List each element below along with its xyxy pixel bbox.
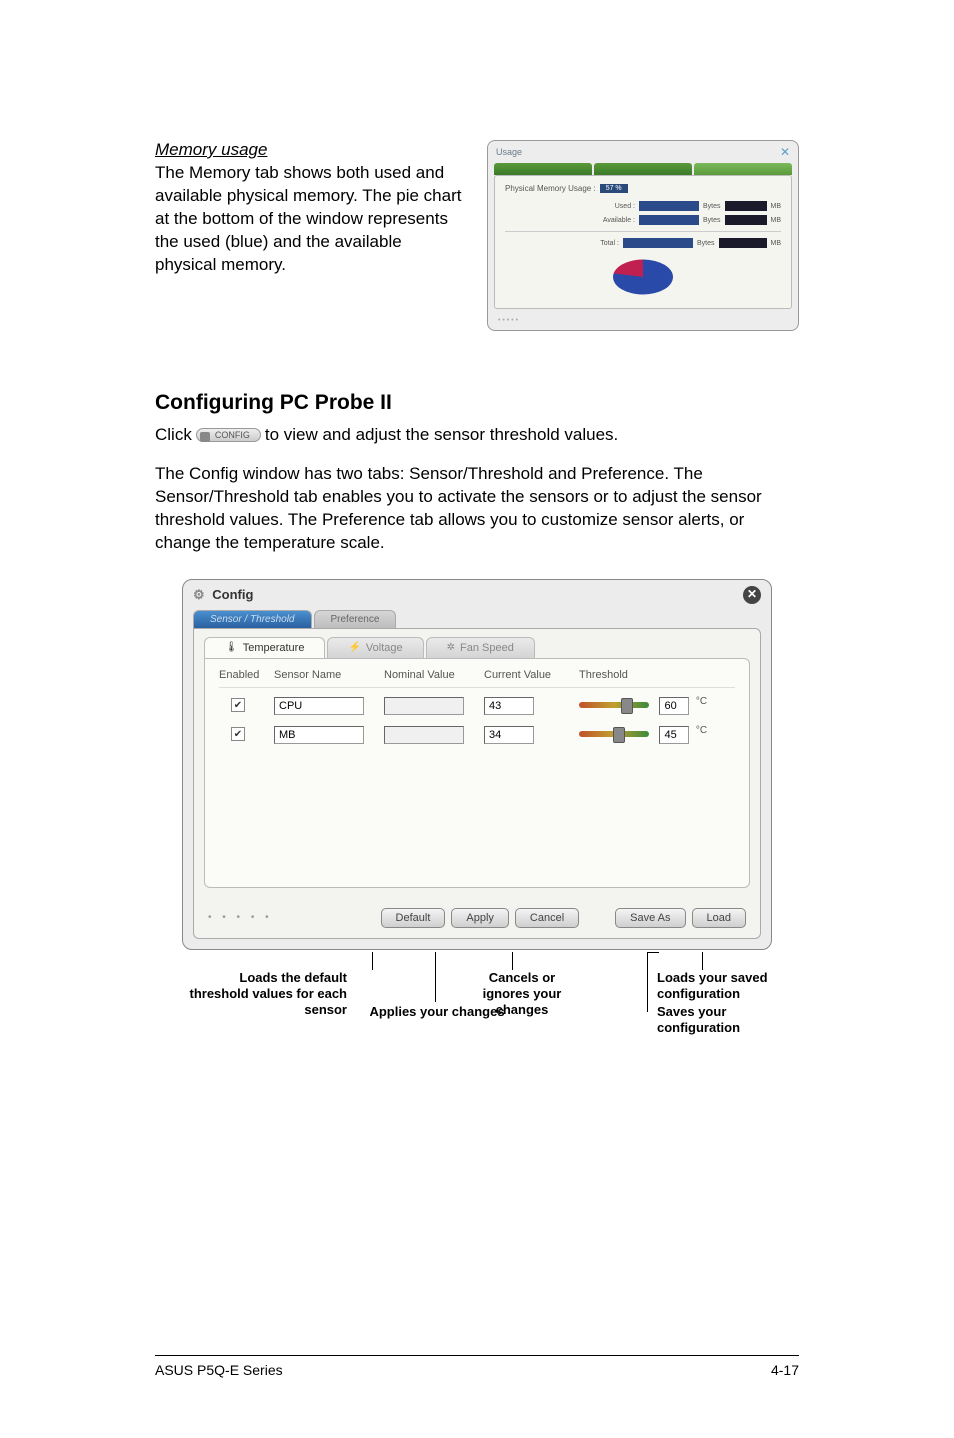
bytes-label: Bytes [697, 240, 715, 247]
memory-usage-body: The Memory tab shows both used and avail… [155, 162, 467, 277]
nominal-input [384, 697, 464, 715]
footer-right: 4-17 [771, 1362, 799, 1378]
tab-temperature[interactable]: 🌡 Temperature [204, 637, 325, 658]
memory-pie-chart [613, 260, 673, 295]
usage-footer-dots: • • • • • [488, 315, 798, 330]
config-window: ⚙ Config ✕ Sensor / Threshold Preference… [182, 579, 772, 950]
cancel-button[interactable]: Cancel [515, 908, 579, 928]
usage-tab-active[interactable] [694, 163, 792, 175]
sensor-row: ✔ °C [219, 725, 735, 744]
sensor-row: ✔ °C [219, 696, 735, 715]
tab-temperature-label: Temperature [243, 642, 305, 654]
voltage-icon: ⚡ [348, 642, 360, 653]
bytes-label: Bytes [703, 217, 721, 224]
col-threshold: Threshold [579, 669, 735, 681]
configuring-heading: Configuring PC Probe II [155, 391, 799, 415]
tab-preference[interactable]: Preference [314, 610, 397, 628]
tab-sensor-threshold[interactable]: Sensor / Threshold [193, 610, 312, 628]
annotation-default: Loads the default threshold values for e… [177, 970, 347, 1019]
enabled-checkbox[interactable]: ✔ [231, 698, 245, 712]
load-button[interactable]: Load [692, 908, 746, 928]
usage-window: Usage ✕ Physical Memory Usage : 57 % Use… [487, 140, 799, 331]
thermometer-icon: 🌡 [225, 642, 238, 653]
close-icon[interactable]: ✕ [780, 145, 790, 159]
col-sensor-name: Sensor Name [274, 669, 384, 681]
apply-button[interactable]: Apply [451, 908, 509, 928]
usage-window-title: Usage [496, 147, 522, 157]
current-value-input [484, 697, 534, 715]
usage-percent: 57 % [600, 184, 628, 193]
memory-usage-heading: Memory usage [155, 140, 467, 160]
fan-icon: ✲ [447, 642, 455, 653]
threshold-input[interactable] [659, 726, 689, 744]
resize-grip: • • • • • [208, 912, 273, 923]
used-value-bar [639, 201, 699, 211]
config-paragraph: The Config window has two tabs: Sensor/T… [155, 463, 799, 555]
bytes-label: Bytes [703, 203, 721, 210]
used-label: Used : [615, 203, 635, 210]
usage-tab[interactable] [594, 163, 692, 175]
total-mb-bar [719, 238, 767, 248]
tab-fan-label: Fan Speed [460, 642, 514, 654]
threshold-slider[interactable] [579, 731, 649, 737]
col-current: Current Value [484, 669, 579, 681]
default-button[interactable]: Default [381, 908, 446, 928]
sensor-table-header: Enabled Sensor Name Nominal Value Curren… [219, 669, 735, 688]
save-as-button[interactable]: Save As [615, 908, 685, 928]
annotation-cancel: Cancels or ignores your changes [467, 970, 577, 1019]
usage-tab[interactable] [494, 163, 592, 175]
nominal-input [384, 726, 464, 744]
sensor-name-input[interactable] [274, 726, 364, 744]
mb-label: MB [771, 240, 782, 247]
gear-icon: ⚙ [193, 587, 205, 602]
annotation-load: Loads your saved configuration [657, 970, 807, 1003]
col-enabled: Enabled [219, 669, 274, 681]
usage-tabs [488, 163, 798, 175]
close-icon[interactable]: ✕ [743, 586, 761, 604]
annotation-save: Saves your configuration [657, 1004, 807, 1037]
config-window-title: Config [212, 587, 253, 602]
available-value-bar [639, 215, 699, 225]
tab-voltage-label: Voltage [366, 642, 403, 654]
footer-left: ASUS P5Q-E Series [155, 1362, 283, 1378]
used-mb-bar [725, 201, 767, 211]
enabled-checkbox[interactable]: ✔ [231, 727, 245, 741]
mb-label: MB [771, 217, 782, 224]
click-text-after: to view and adjust the sensor threshold … [265, 425, 618, 445]
usage-panel-header-label: Physical Memory Usage : [505, 184, 596, 193]
unit-label: °C [696, 696, 707, 707]
tab-fan-speed[interactable]: ✲ Fan Speed [426, 637, 535, 658]
unit-label: °C [696, 725, 707, 736]
total-value-bar [623, 238, 693, 248]
available-mb-bar [725, 215, 767, 225]
click-text-before: Click [155, 425, 192, 445]
threshold-slider[interactable] [579, 702, 649, 708]
total-label: Total : [600, 240, 619, 247]
col-nominal: Nominal Value [384, 669, 484, 681]
config-button-inline[interactable]: CONFIG [196, 428, 261, 442]
current-value-input [484, 726, 534, 744]
tab-voltage[interactable]: ⚡ Voltage [327, 637, 423, 658]
mb-label: MB [771, 203, 782, 210]
threshold-input[interactable] [659, 697, 689, 715]
available-label: Available : [603, 217, 635, 224]
sensor-name-input[interactable] [274, 697, 364, 715]
